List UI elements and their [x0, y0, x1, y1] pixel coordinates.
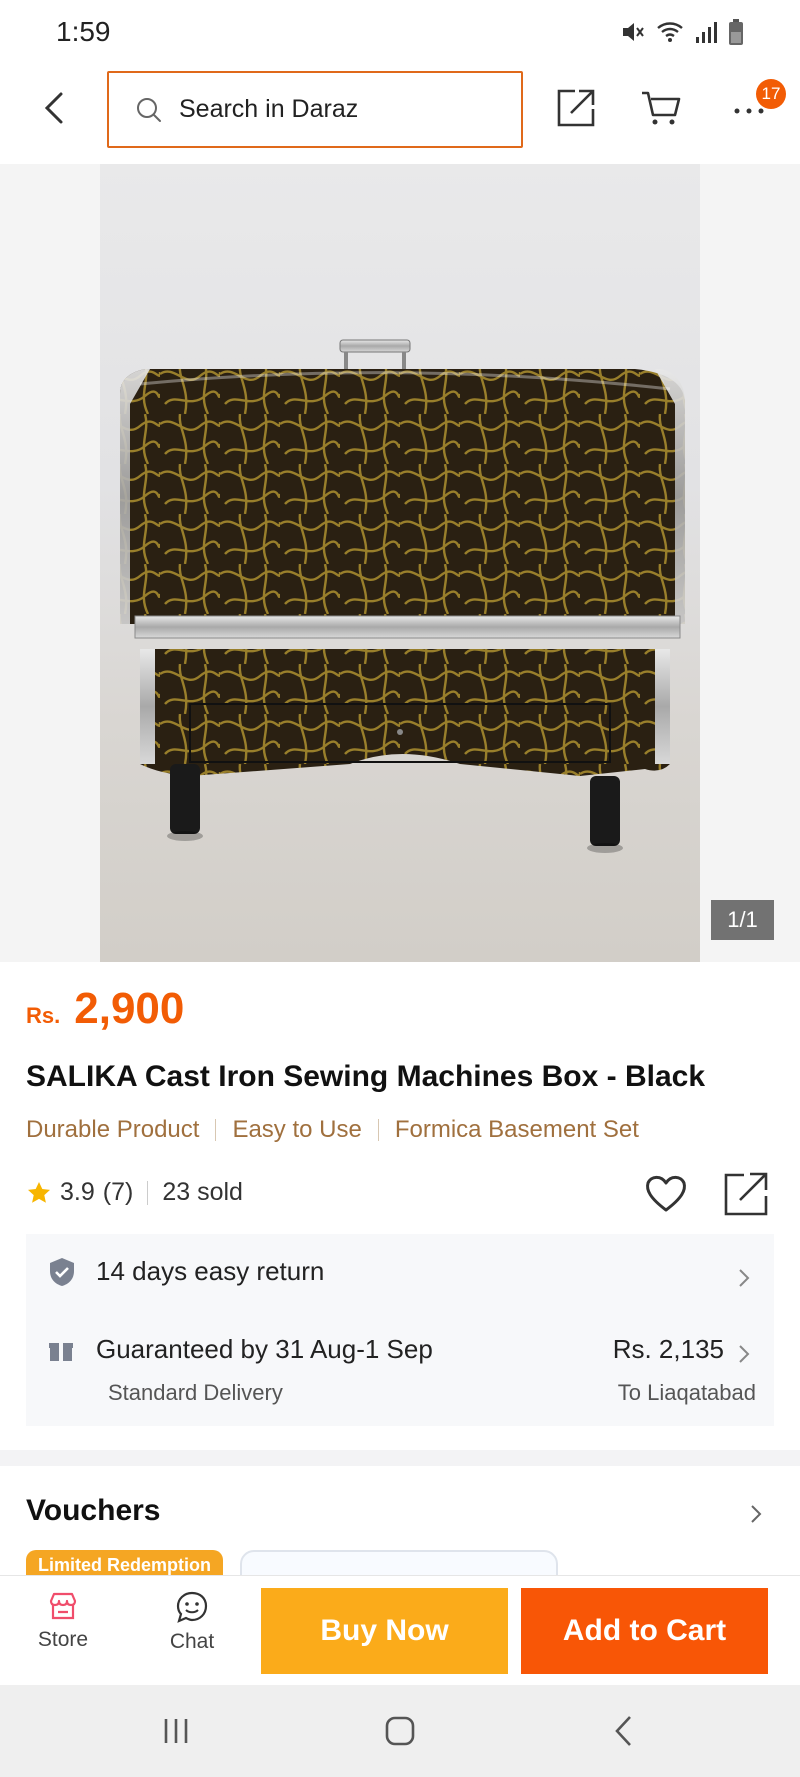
bottom-action-bar: Store Chat Buy Now Add to Cart [0, 1575, 800, 1685]
service-panel: 14 days easy return Guaranteed by 31 Aug… [26, 1234, 774, 1426]
buy-now-button[interactable]: Buy Now [261, 1588, 508, 1674]
back-button[interactable] [30, 84, 78, 132]
wishlist-button[interactable] [642, 1170, 690, 1218]
share-button[interactable] [552, 82, 602, 132]
cart-button[interactable] [636, 82, 686, 132]
store-icon [49, 1592, 77, 1620]
wifi-icon [657, 22, 683, 42]
delivery-location: To Liaqatabad [617, 1380, 756, 1405]
battery-icon [729, 19, 743, 45]
store-button[interactable]: Store [13, 1590, 113, 1652]
heart-icon [646, 1175, 686, 1212]
chevron-right-icon [739, 1269, 750, 1287]
cart-icon [642, 91, 681, 125]
search-icon [137, 97, 161, 122]
search-input[interactable]: Search in Daraz [107, 71, 523, 148]
system-navigation-bar [0, 1685, 800, 1777]
share-icon [557, 89, 595, 127]
product-title: SALIKA Cast Iron Sewing Machines Box - B… [26, 1060, 706, 1093]
sewing-box-illustration [120, 339, 685, 853]
home-button[interactable] [380, 1711, 420, 1751]
delivery-type: Standard Delivery [108, 1380, 283, 1405]
star-icon [28, 1181, 50, 1203]
delivery-price: Rs. 2,135 [612, 1334, 724, 1364]
delivery-row[interactable]: Guaranteed by 31 Aug-1 Sep [48, 1334, 433, 1365]
image-counter: 1/1 [711, 900, 774, 940]
shield-check-icon [50, 1257, 74, 1286]
gift-box-icon [49, 1342, 73, 1361]
system-back-button[interactable] [604, 1711, 644, 1751]
section-divider [0, 1450, 800, 1466]
notification-badge: 17 [756, 79, 786, 109]
signal-icon [696, 22, 717, 43]
chevron-left-icon [44, 92, 63, 124]
product-tags: Durable Product Easy to Use Formica Base… [26, 1116, 639, 1144]
chevron-left-icon [615, 1716, 631, 1746]
recent-apps-button[interactable] [156, 1711, 196, 1751]
chat-label: Chat [169, 1630, 215, 1653]
chevron-right-icon [739, 1345, 750, 1363]
chevron-right-icon[interactable] [748, 1502, 764, 1526]
return-policy-row[interactable]: 14 days easy return [48, 1256, 324, 1287]
product-share-button[interactable] [722, 1170, 770, 1218]
delivery-guarantee: Guaranteed by 31 Aug-1 Sep [96, 1334, 433, 1364]
search-placeholder: Search in Daraz [179, 95, 359, 123]
product-tag: Formica Basement Set [394, 1116, 639, 1143]
price-currency: Rs. [26, 1003, 61, 1028]
product-tag: Easy to Use [232, 1116, 362, 1143]
tag-divider [377, 1119, 379, 1141]
product-tag: Durable Product [26, 1116, 200, 1143]
rating-divider [147, 1180, 149, 1205]
status-bar: 1:59 [0, 0, 800, 66]
chat-icon [176, 1591, 208, 1623]
share-icon [724, 1172, 768, 1216]
rating-row[interactable]: 3.9 (7) 23 sold [26, 1178, 243, 1207]
store-label: Store [37, 1628, 89, 1651]
vouchers-title: Vouchers [26, 1494, 161, 1527]
recent-apps-icon [164, 1719, 188, 1743]
return-text: 14 days easy return [96, 1256, 325, 1286]
status-time: 1:59 [56, 16, 111, 47]
tag-divider [215, 1119, 217, 1141]
sold-count: 23 sold [162, 1178, 243, 1206]
price-value: 2,900 [74, 984, 185, 1033]
product-gallery[interactable]: 1/1 [0, 164, 800, 962]
status-icons [620, 18, 744, 46]
rating-value: 3.9 [60, 1178, 95, 1206]
product-page: 1:59 Search in Daraz 17 1/1 Rs. 2,900 SA… [0, 0, 800, 1777]
mute-icon [623, 23, 644, 41]
home-icon [385, 1716, 415, 1746]
top-header: Search in Daraz 17 [0, 66, 800, 164]
product-image[interactable] [100, 164, 700, 962]
rating-count: (7) [102, 1178, 134, 1206]
add-to-cart-button[interactable]: Add to Cart [521, 1588, 768, 1674]
chat-button[interactable]: Chat [142, 1590, 242, 1654]
price-row: Rs. 2,900 [26, 984, 184, 1034]
